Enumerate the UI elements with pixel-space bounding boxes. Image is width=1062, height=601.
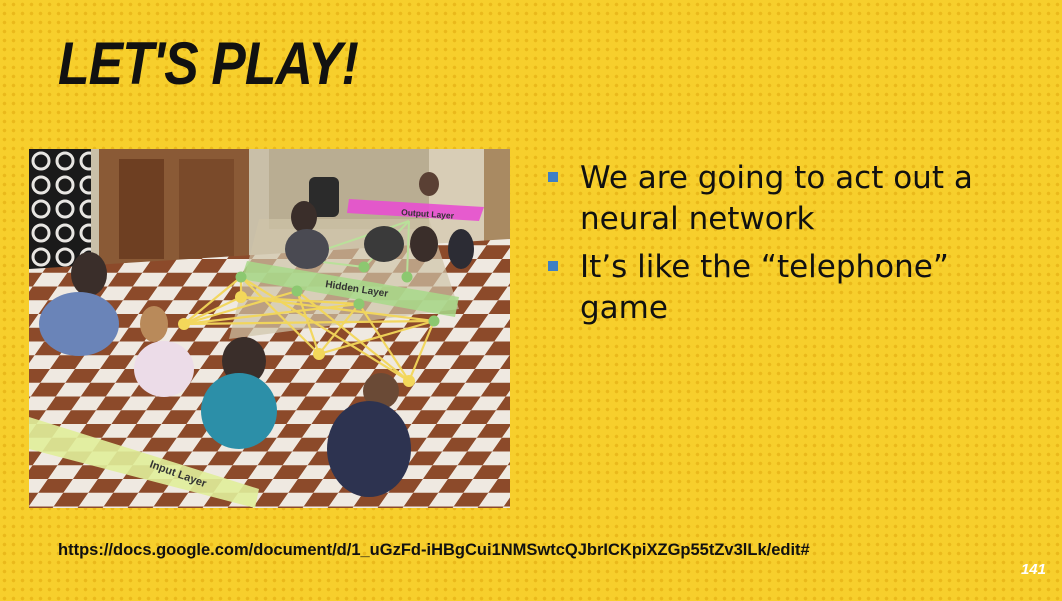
bullet-text: We are going to act out a neural network xyxy=(580,160,973,237)
slide-title: LET'S PLAY! xyxy=(58,30,359,97)
bullet-square-icon xyxy=(548,261,558,271)
document-link[interactable]: https://docs.google.com/document/d/1_uGz… xyxy=(58,541,810,560)
page-number: 141 xyxy=(1020,561,1046,578)
bullet-item: It’s like the “telephone” game xyxy=(548,247,1018,329)
bullet-text: It’s like the “telephone” game xyxy=(580,249,949,326)
classroom-photo: Output Layer Hidden Layer Input Layer xyxy=(29,149,510,508)
neural-network-game-scene: Output Layer Hidden Layer Input Layer xyxy=(29,149,510,508)
bullet-item: We are going to act out a neural network xyxy=(548,158,1018,240)
bullet-square-icon xyxy=(548,172,558,182)
bullet-list: We are going to act out a neural network… xyxy=(548,158,1018,336)
